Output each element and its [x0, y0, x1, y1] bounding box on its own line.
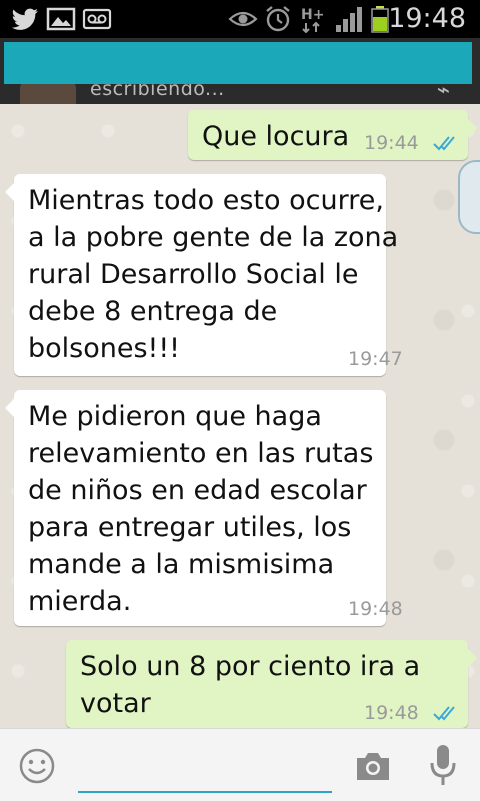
battery-icon: [371, 6, 389, 33]
contact-avatar[interactable]: [20, 82, 76, 104]
message-time: 19:47: [348, 348, 403, 370]
bubble-tail: [467, 648, 477, 668]
message-time: 19:48: [364, 702, 419, 724]
chat-header[interactable]: escribiendo... ⌁: [0, 38, 480, 104]
twitter-icon: [11, 8, 38, 30]
message-text: Que locura: [202, 121, 350, 152]
bubble-tail: [5, 182, 15, 202]
gallery-icon: [46, 7, 76, 31]
message-bubble-outgoing[interactable]: Solo un 8 por ciento ira a votar 19:48: [66, 640, 477, 728]
bubble-tail: [467, 118, 477, 138]
clock: 19:48: [388, 3, 466, 34]
message-text: Me pidieron que haga relevamiento en las…: [28, 401, 374, 617]
fast-scroll-handle[interactable]: [458, 160, 480, 234]
message-time: 19:44: [364, 132, 419, 154]
bubble-tail: [5, 398, 15, 418]
message-input[interactable]: [78, 743, 332, 793]
message-text: Mientras todo esto ocurre, a la pobre ge…: [28, 185, 399, 364]
read-ticks-icon: [433, 136, 455, 151]
compose-bar: [0, 728, 480, 801]
eye-icon: [228, 11, 258, 27]
alarm-icon: [266, 6, 290, 32]
message-time: 19:48: [348, 598, 403, 620]
mic-icon[interactable]: [428, 743, 458, 787]
redaction-bar: [4, 42, 472, 84]
read-ticks-icon: [433, 706, 455, 721]
status-bar: H+ 19:48: [0, 0, 480, 38]
emoji-icon[interactable]: [18, 747, 56, 785]
hplus-icon: H+: [301, 7, 324, 33]
message-bubble-incoming[interactable]: Mientras todo esto ocurre, a la pobre ge…: [5, 174, 403, 376]
message-bubble-outgoing[interactable]: Que locura 19:44: [188, 110, 477, 160]
signal-icon: [336, 7, 362, 32]
svg-text:H+: H+: [301, 7, 324, 23]
voicemail-icon: [82, 8, 112, 30]
camera-icon[interactable]: [354, 749, 392, 783]
message-bubble-incoming[interactable]: Me pidieron que haga relevamiento en las…: [5, 390, 403, 626]
message-list[interactable]: Que locura 19:44 Mientras todo esto ocur…: [0, 104, 480, 728]
